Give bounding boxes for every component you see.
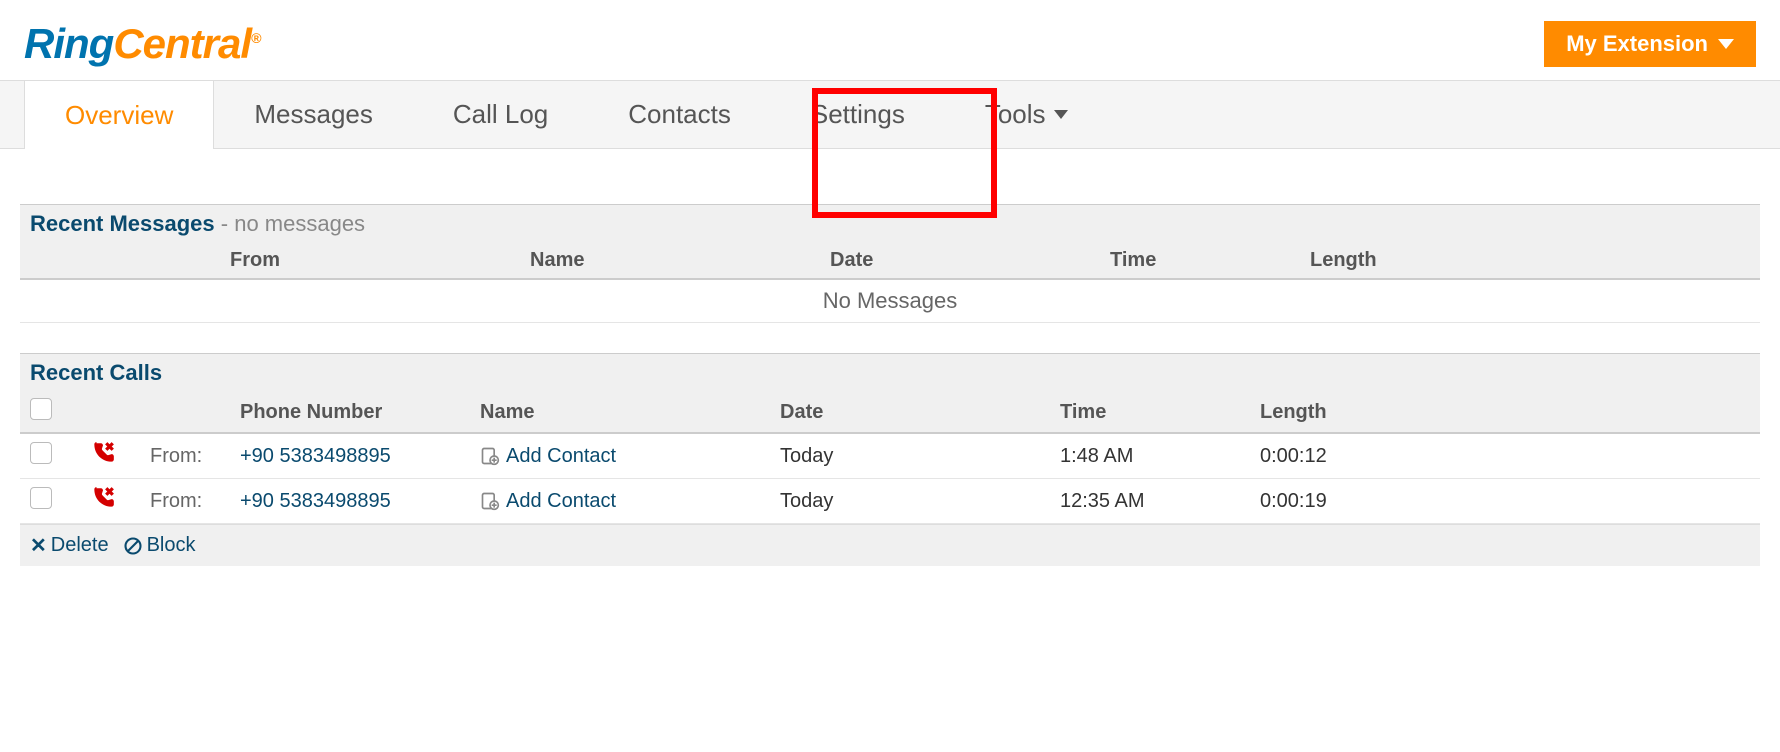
my-extension-label: My Extension — [1566, 31, 1708, 57]
top-bar: RingCentral® My Extension — [0, 0, 1780, 80]
recent-messages-column-header: From Name Date Time Length — [20, 243, 1760, 280]
block-button[interactable]: Block — [123, 533, 196, 558]
col-name: Name — [530, 249, 830, 272]
recent-messages-header: Recent Messages - no messages — [20, 204, 1760, 243]
my-extension-button[interactable]: My Extension — [1544, 21, 1756, 67]
col-phone: Phone Number — [240, 401, 480, 424]
select-all-checkbox[interactable] — [30, 398, 52, 420]
recent-calls-footer: ✕ Delete Block — [20, 524, 1760, 566]
add-contact-link[interactable]: Add Contact — [480, 445, 780, 468]
recent-messages-title: Recent Messages — [30, 211, 215, 236]
tab-messages[interactable]: Messages — [214, 81, 413, 148]
col-from: From — [230, 249, 530, 272]
delete-icon: ✕ — [30, 533, 47, 558]
recent-calls-title: Recent Calls — [30, 360, 162, 385]
col-time: Time — [1110, 249, 1310, 272]
no-messages-text: No Messages — [20, 280, 1760, 323]
nav-bar: Overview Messages Call Log Contacts Sett… — [0, 80, 1780, 149]
recent-calls-section: Recent Calls Phone Number Name Date Time… — [20, 353, 1760, 566]
missed-call-icon — [90, 485, 150, 517]
tab-tools[interactable]: Tools — [945, 81, 1108, 148]
call-row: From: +90 5383498895 Add Contact Today 1… — [20, 434, 1760, 479]
recent-messages-section: Recent Messages - no messages From Name … — [20, 204, 1760, 323]
row-checkbox[interactable] — [30, 442, 52, 464]
call-time: 1:48 AM — [1060, 445, 1260, 468]
recent-calls-column-header: Phone Number Name Date Time Length — [20, 392, 1760, 434]
call-time: 12:35 AM — [1060, 490, 1260, 513]
logo-registered-mark: ® — [251, 30, 260, 46]
col-time: Time — [1060, 401, 1260, 424]
add-contact-icon — [480, 491, 500, 511]
call-row: From: +90 5383498895 Add Contact Today 1… — [20, 479, 1760, 524]
recent-messages-subtitle: - no messages — [215, 211, 365, 236]
direction-label: From: — [150, 445, 240, 468]
col-date: Date — [780, 401, 1060, 424]
col-date: Date — [830, 249, 1110, 272]
content-area: Recent Messages - no messages From Name … — [0, 204, 1780, 566]
call-length: 0:00:19 — [1260, 490, 1460, 513]
call-length: 0:00:12 — [1260, 445, 1460, 468]
delete-button[interactable]: ✕ Delete — [30, 533, 109, 558]
missed-call-icon — [90, 440, 150, 472]
block-icon — [123, 536, 143, 556]
chevron-down-icon — [1054, 110, 1068, 119]
col-length: Length — [1260, 401, 1460, 424]
phone-number-link[interactable]: +90 5383498895 — [240, 490, 480, 513]
tab-call-log[interactable]: Call Log — [413, 81, 588, 148]
tab-overview[interactable]: Overview — [24, 81, 214, 149]
direction-label: From: — [150, 490, 240, 513]
chevron-down-icon — [1718, 39, 1734, 49]
tab-settings[interactable]: Settings — [771, 81, 945, 148]
row-checkbox[interactable] — [30, 487, 52, 509]
ringcentral-logo: RingCentral® — [24, 20, 260, 68]
col-name: Name — [480, 401, 780, 424]
add-contact-icon — [480, 446, 500, 466]
phone-number-link[interactable]: +90 5383498895 — [240, 445, 480, 468]
col-length: Length — [1310, 249, 1510, 272]
add-contact-link[interactable]: Add Contact — [480, 490, 780, 513]
logo-part-ring: Ring — [24, 20, 113, 67]
call-date: Today — [780, 490, 1060, 513]
tab-contacts[interactable]: Contacts — [588, 81, 771, 148]
logo-part-central: Central — [113, 20, 251, 67]
recent-calls-header: Recent Calls — [20, 353, 1760, 392]
call-date: Today — [780, 445, 1060, 468]
